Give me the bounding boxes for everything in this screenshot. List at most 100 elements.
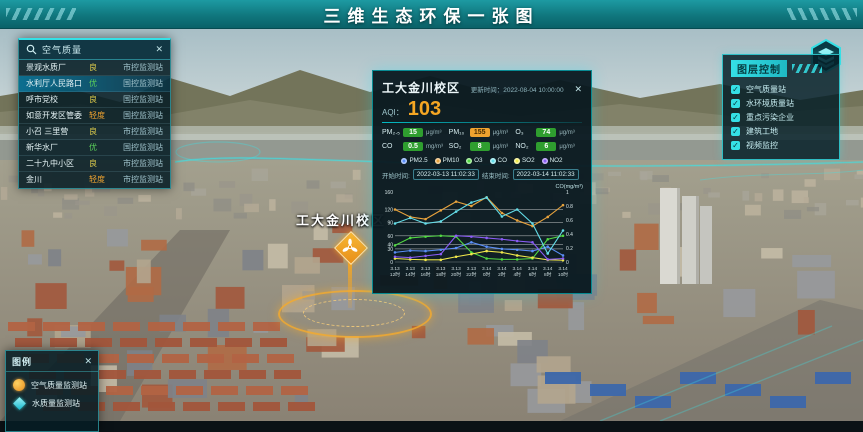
legend-series-name: O3	[474, 157, 482, 164]
pollutant-cell: PM₂.₅ 15 μg/m³	[382, 128, 449, 137]
trend-chart: CO(mg/m³)16012090604030010.80.60.40.203.…	[373, 182, 591, 293]
svg-text:3.1314时: 3.1314时	[405, 266, 415, 278]
layer-item[interactable]: ✓ 建筑工地	[731, 124, 831, 138]
station-panel-title: 空气质量	[42, 43, 82, 56]
pollutant-value-badge: 15	[403, 128, 423, 137]
chart-legend-item[interactable]: CO	[490, 157, 507, 164]
svg-text:3.144时: 3.144时	[513, 266, 523, 278]
legend-dot-icon	[542, 158, 548, 164]
station-type: 国控监测站	[111, 110, 163, 121]
station-aqi-level: 轻度	[89, 174, 111, 185]
start-time-input[interactable]: 2022-03-13 11:02:33	[413, 169, 479, 180]
pollutant-label: PM₁₀	[449, 129, 467, 136]
layer-label: 重点污染企业	[746, 112, 794, 123]
layer-label: 空气质量站	[746, 84, 786, 95]
checkbox-checked-icon[interactable]: ✓	[731, 113, 740, 122]
title-stripes	[792, 64, 822, 73]
close-icon[interactable]: ✕	[84, 357, 92, 366]
station-aqi-level: 优	[89, 142, 111, 153]
station-aqi-level: 轻度	[89, 110, 111, 121]
station-row[interactable]: 如意开发区管委 轻度 国控监测站	[19, 108, 170, 124]
station-name: 水利厅人民路口	[26, 78, 89, 89]
station-row[interactable]: 景观水质厂 良 市控监测站	[19, 60, 170, 76]
pollutant-unit: mg/m³	[426, 144, 443, 150]
marker-ground-ring-inner	[303, 299, 405, 327]
station-row[interactable]: 二十九中小区 良 市控监测站	[19, 156, 170, 172]
svg-text:0.8: 0.8	[566, 204, 573, 210]
chart-legend-item[interactable]: PM10	[435, 157, 459, 164]
station-type: 国控监测站	[111, 142, 163, 153]
station-type: 国控监测站	[111, 78, 163, 89]
station-type: 市控监测站	[111, 126, 163, 137]
station-row[interactable]: 金川 轻度 市控监测站	[19, 172, 170, 187]
update-time: 更新时间：2022-08-04 10:00:00	[471, 84, 564, 94]
legend-series-name: SO2	[522, 157, 535, 164]
legend-dot-icon	[490, 158, 496, 164]
pollutant-label: NO₂	[515, 143, 533, 150]
station-name: 小召 三里营	[26, 126, 89, 137]
legend-items: 空气质量监测站 水质量监测站	[6, 372, 98, 409]
start-time-label: 开始时间:	[382, 170, 410, 180]
svg-text:3.1312时: 3.1312时	[390, 266, 400, 278]
station-row[interactable]: 新华水厂 优 国控监测站	[19, 140, 170, 156]
layer-item[interactable]: ✓ 水环境质量站	[731, 96, 831, 110]
station-aqi-level: 优	[89, 78, 111, 89]
pollutant-label: CO	[382, 143, 400, 150]
svg-text:160: 160	[385, 190, 394, 196]
svg-text:0: 0	[566, 260, 569, 266]
close-icon[interactable]: ✕	[574, 85, 582, 94]
aqi-value: 103	[408, 98, 441, 120]
end-time-input[interactable]: 2022-03-14 11:02:33	[513, 169, 579, 180]
pollutant-cell: NO₂ 6 μg/m³	[515, 142, 582, 151]
pollutant-grid: PM₂.₅ 15 μg/m³ PM₁₀ 155 μg/m³ O₃ 74 μg/m…	[373, 128, 591, 151]
pollutant-unit: μg/m³	[493, 130, 508, 136]
divider	[382, 122, 582, 123]
station-name: 二十九中小区	[26, 158, 89, 169]
pollutant-cell: CO 0.5 mg/m³	[382, 142, 449, 151]
station-name: 如意开发区管委	[26, 110, 89, 121]
chart-legend-item[interactable]: PM2.5	[401, 157, 427, 164]
chart-legend-item[interactable]: SO2	[514, 157, 535, 164]
popup-title: 工大金川校区	[382, 79, 460, 96]
svg-text:0.6: 0.6	[566, 218, 573, 224]
pollutant-unit: μg/m³	[493, 144, 508, 150]
svg-text:60: 60	[387, 234, 393, 240]
chart-legend: PM2.5 PM10 O3 CO SO2 NO2	[373, 151, 591, 166]
checkbox-checked-icon[interactable]: ✓	[731, 141, 740, 150]
chart-legend-item[interactable]: NO2	[542, 157, 563, 164]
checkbox-checked-icon[interactable]: ✓	[731, 85, 740, 94]
station-type: 市控监测站	[111, 62, 163, 73]
pollutant-unit: μg/m³	[559, 130, 574, 136]
layer-list: ✓ 空气质量站 ✓ 水环境质量站 ✓ 重点污染企业 ✓ 建筑工地 ✓ 视频监控	[731, 82, 831, 152]
pollutant-value-badge: 0.5	[403, 142, 423, 151]
checkbox-checked-icon[interactable]: ✓	[731, 127, 740, 136]
station-detail-popup: 工大金川校区 更新时间：2022-08-04 10:00:00 ✕ AQI： 1…	[372, 70, 592, 294]
search-icon[interactable]	[26, 44, 37, 55]
legend-item-label: 空气质量监测站	[31, 380, 87, 391]
legend-item-label: 水质量监测站	[32, 398, 80, 409]
layer-item[interactable]: ✓ 空气质量站	[731, 82, 831, 96]
pollutant-cell: PM₁₀ 155 μg/m³	[449, 128, 516, 137]
layer-label: 视频监控	[746, 140, 778, 151]
checkbox-checked-icon[interactable]: ✓	[731, 99, 740, 108]
layer-item[interactable]: ✓ 视频监控	[731, 138, 831, 152]
legend-series-name: PM10	[443, 157, 459, 164]
pollutant-value-badge: 8	[470, 142, 490, 151]
chart-legend-item[interactable]: O3	[466, 157, 482, 164]
station-name: 金川	[26, 174, 89, 185]
pollutant-value-badge: 74	[536, 128, 556, 137]
station-row[interactable]: 水利厅人民路口 优 国控监测站	[19, 76, 170, 92]
header-ornament	[787, 8, 857, 20]
legend-dot-icon	[401, 158, 407, 164]
station-row[interactable]: 小召 三里营 良 市控监测站	[19, 124, 170, 140]
layer-control-panel: 图层控制 ✓ 空气质量站 ✓ 水环境质量站 ✓ 重点污染企业 ✓ 建筑工地 ✓ …	[722, 54, 840, 160]
layer-item[interactable]: ✓ 重点污染企业	[731, 110, 831, 124]
svg-text:3.1410时: 3.1410时	[558, 266, 568, 278]
svg-text:90: 90	[387, 221, 393, 227]
svg-text:120: 120	[385, 208, 394, 214]
page-title: 三维生态环保一张图	[324, 2, 540, 27]
station-panel-header: 空气质量 ✕	[19, 40, 170, 60]
pollutant-unit: μg/m³	[559, 144, 574, 150]
station-row[interactable]: 呼市党校 良 国控监测站	[19, 92, 170, 108]
close-icon[interactable]: ✕	[155, 45, 163, 54]
